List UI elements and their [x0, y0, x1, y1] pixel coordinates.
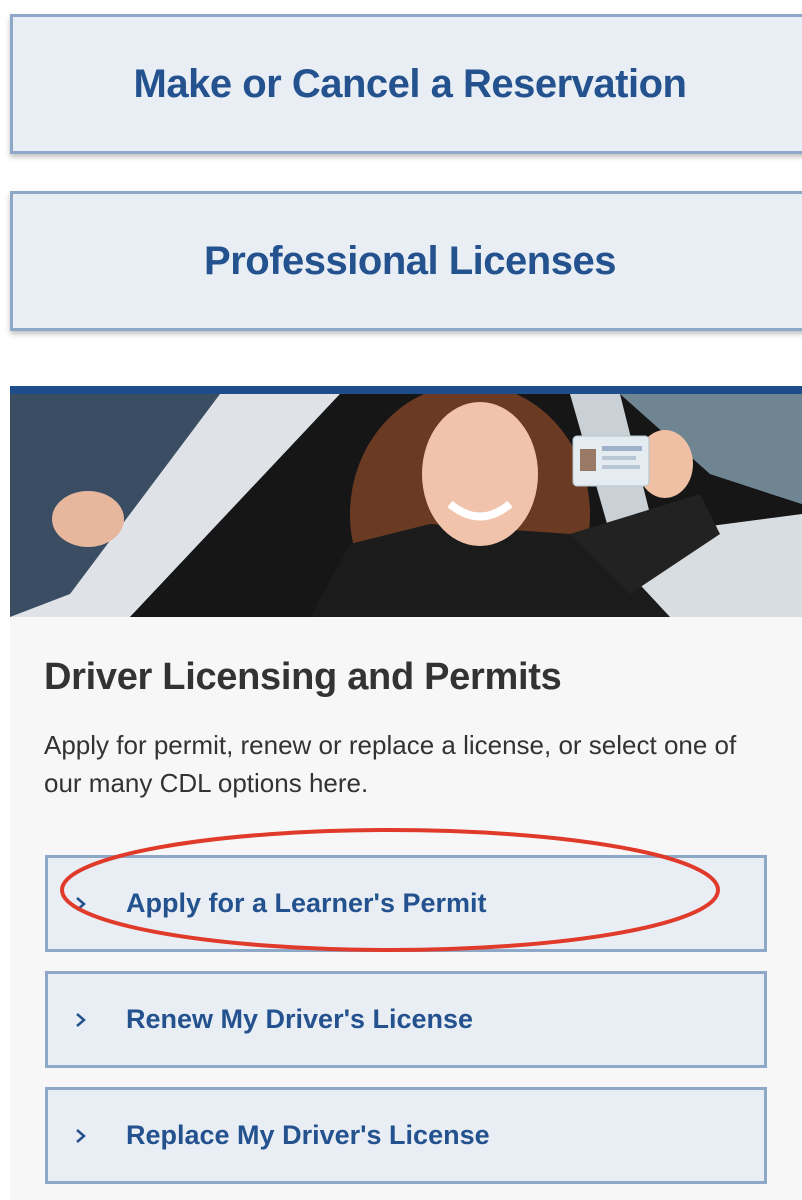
- apply-learners-permit-label: Apply for a Learner's Permit: [126, 888, 487, 918]
- professional-licenses-button[interactable]: Professional Licenses: [10, 191, 802, 331]
- replace-drivers-license-link[interactable]: Replace My Driver's License: [45, 1087, 767, 1184]
- card-top-bar: [10, 386, 802, 394]
- chevron-right-icon: [76, 1128, 86, 1143]
- card-title: Driver Licensing and Permits: [44, 656, 562, 698]
- driver-licensing-card: Driver Licensing and Permits Apply for p…: [10, 386, 802, 1200]
- renew-drivers-license-link[interactable]: Renew My Driver's License: [45, 971, 767, 1068]
- hero-image: [10, 394, 802, 617]
- make-cancel-reservation-button[interactable]: Make or Cancel a Reservation: [10, 14, 802, 154]
- apply-learners-permit-link[interactable]: Apply for a Learner's Permit: [45, 855, 767, 952]
- card-description: Apply for permit, renew or replace a lic…: [44, 730, 737, 798]
- make-cancel-reservation-label: Make or Cancel a Reservation: [133, 61, 687, 106]
- chevron-right-icon: [76, 896, 86, 911]
- replace-drivers-license-label: Replace My Driver's License: [126, 1120, 490, 1150]
- professional-licenses-label: Professional Licenses: [204, 238, 616, 283]
- chevron-right-icon: [76, 1012, 86, 1027]
- renew-drivers-license-label: Renew My Driver's License: [126, 1004, 474, 1034]
